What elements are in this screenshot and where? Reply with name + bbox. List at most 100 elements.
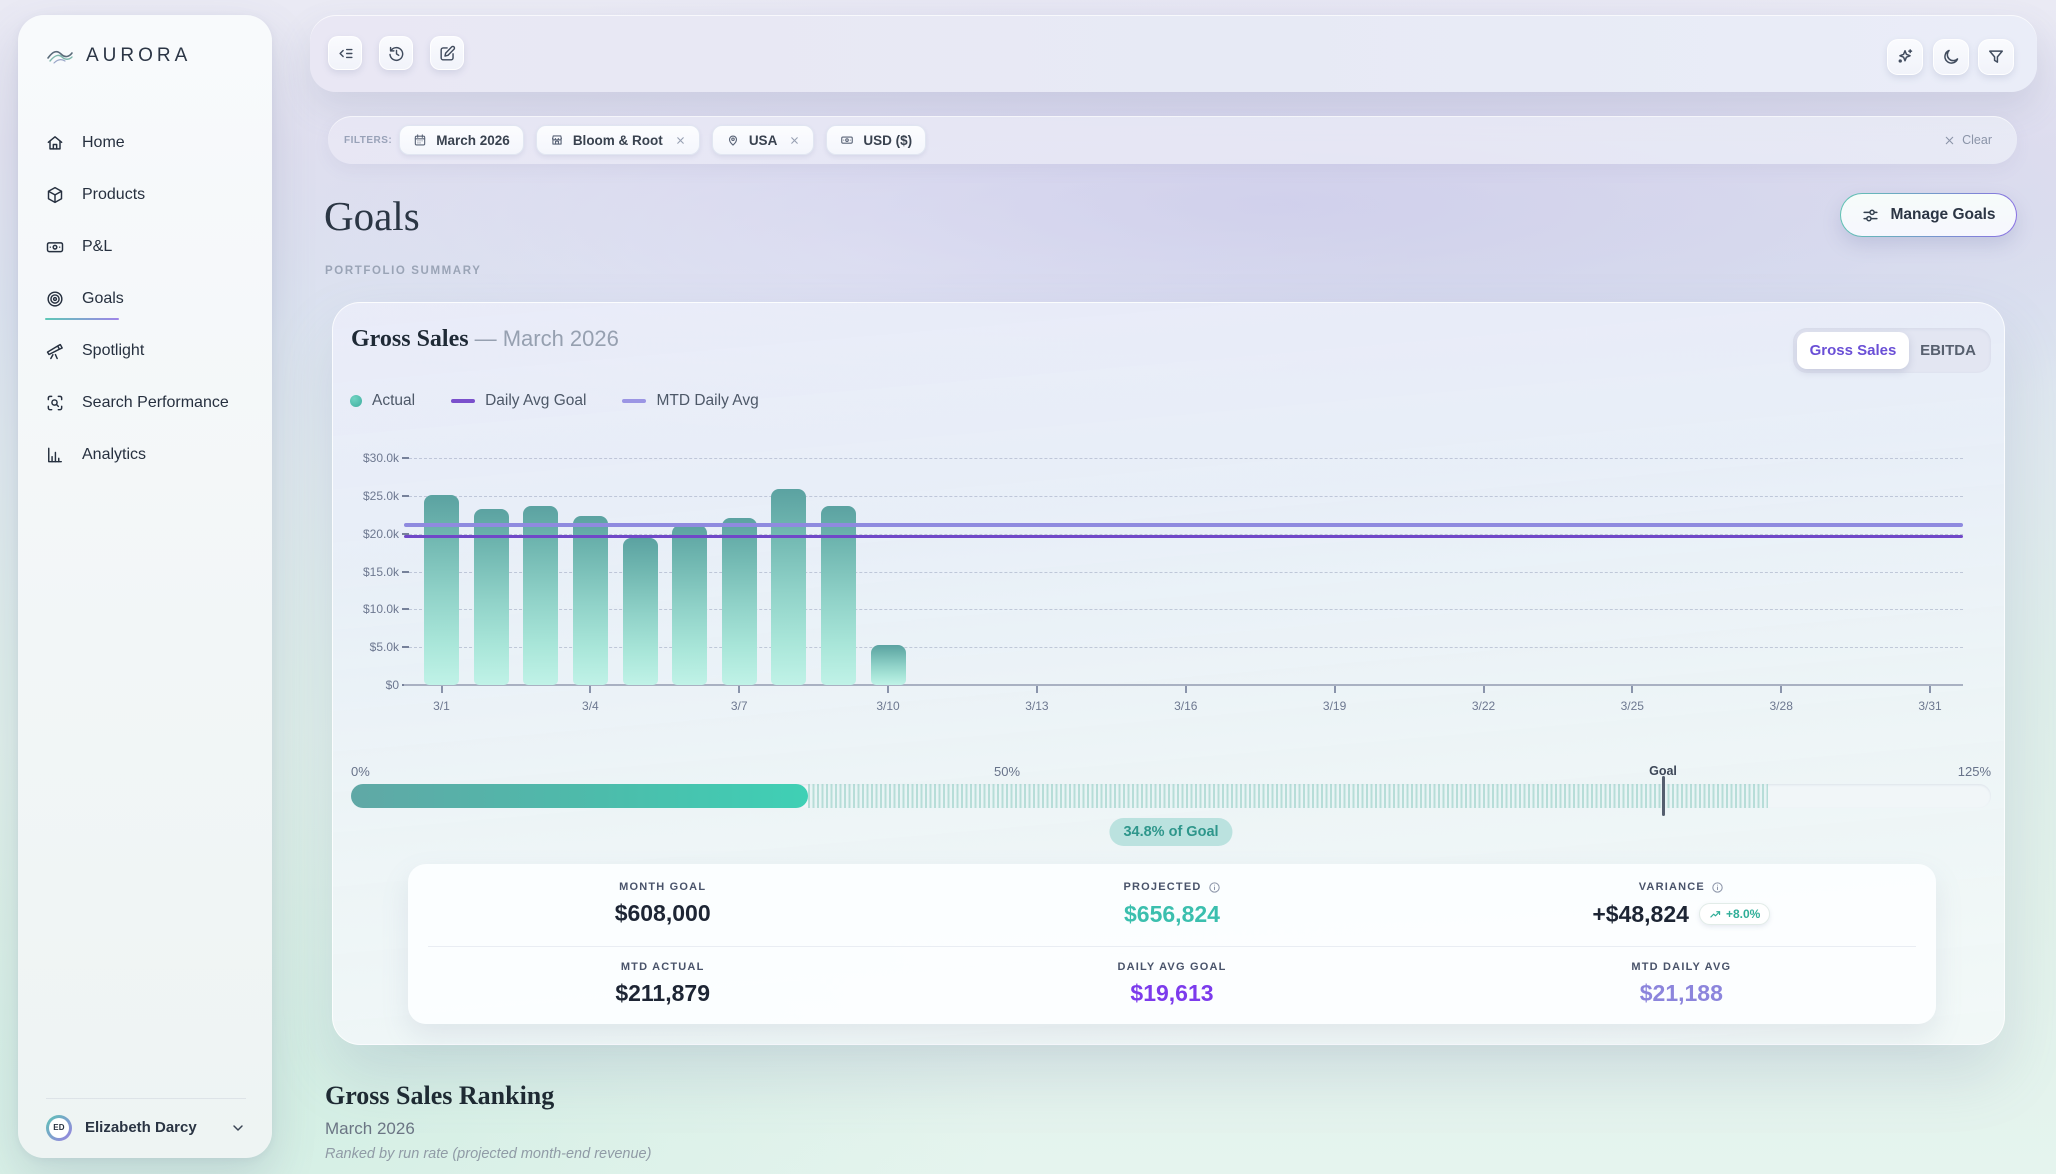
sidebar: AURORA HomeProductsP&LGoalsSpotlightSear… (18, 15, 272, 1158)
history-icon (387, 44, 406, 63)
aurora-logo-icon (46, 45, 74, 67)
x-axis-label: 3/4 (582, 699, 599, 713)
progress-scale-label: 0% (351, 764, 370, 779)
x-axis-label: 3/13 (1025, 699, 1048, 713)
moon-button[interactable] (1933, 39, 1969, 75)
funnel-icon (1986, 47, 2006, 67)
stats-panel: MONTH GOAL$608,000PROJECTED$656,824VARIA… (408, 864, 1936, 1024)
filter-chip-usd[interactable]: USD ($) (826, 125, 926, 155)
gridline (404, 458, 1963, 459)
remove-filter-icon[interactable] (789, 135, 800, 146)
progress-scale-label: 50% (994, 764, 1020, 779)
calendar-icon (413, 133, 427, 147)
sidebar-item-spotlight[interactable]: Spotlight (18, 325, 272, 377)
edit-button[interactable] (430, 36, 464, 70)
sliders-icon (1861, 206, 1880, 225)
page-title: Goals (324, 192, 420, 240)
user-name: Elizabeth Darcy (85, 1119, 217, 1136)
sidebar-nav: HomeProductsP&LGoalsSpotlightSearch Perf… (18, 117, 272, 481)
sidebar-item-products[interactable]: Products (18, 169, 272, 221)
sparkles-icon (1895, 47, 1915, 67)
sidebar-item-search-performance[interactable]: Search Performance (18, 377, 272, 429)
moon-icon (1941, 47, 1961, 67)
y-tick (402, 495, 409, 497)
bar-3-10[interactable] (871, 645, 906, 685)
collapse-panel-button[interactable] (328, 36, 362, 70)
x-axis-label: 3/25 (1621, 699, 1644, 713)
filter-chip-bloom-root[interactable]: Bloom & Root (536, 125, 700, 155)
funnel-button[interactable] (1978, 39, 2014, 75)
filter-chip-usa[interactable]: USA (712, 125, 815, 155)
clear-filters-button[interactable]: Clear (1944, 133, 1992, 147)
history-button[interactable] (379, 36, 413, 70)
x-tick (441, 686, 443, 693)
ranking-note: Ranked by run rate (projected month-end … (325, 1146, 651, 1162)
sidebar-item-home[interactable]: Home (18, 117, 272, 169)
bar-3-9[interactable] (821, 506, 856, 685)
toolbar (310, 15, 2037, 92)
y-axis-label: $15.0k (339, 565, 399, 579)
daily-avg-goal-line (404, 535, 1963, 539)
y-axis-label: $25.0k (339, 489, 399, 503)
stat-month-goal: MONTH GOAL$608,000 (408, 864, 917, 944)
x-axis-label: 3/19 (1323, 699, 1346, 713)
x-tick (1185, 686, 1187, 693)
avatar: ED (46, 1115, 72, 1141)
ranking-subtitle: March 2026 (325, 1119, 651, 1139)
sidebar-item-analytics[interactable]: Analytics (18, 429, 272, 481)
bar-3-4[interactable] (573, 516, 608, 685)
y-axis-label: $0 (339, 678, 399, 692)
stat-mtd-actual: MTD ACTUAL$211,879 (408, 944, 917, 1024)
bar-3-6[interactable] (672, 525, 707, 685)
sidebar-item-p-l[interactable]: P&L (18, 221, 272, 273)
x-tick (1334, 686, 1336, 693)
stats-divider (428, 946, 1916, 947)
stat-projected: PROJECTED$656,824 (917, 864, 1426, 944)
x-axis-label: 3/22 (1472, 699, 1495, 713)
x-axis-label: 3/31 (1918, 699, 1941, 713)
y-tick (402, 571, 409, 573)
home-icon (45, 133, 65, 153)
x-tick (1631, 686, 1633, 693)
info-icon (1208, 881, 1221, 894)
collapse-panel-icon (336, 44, 355, 63)
mtd-daily-avg-line (404, 523, 1963, 527)
user-menu[interactable]: ED Elizabeth Darcy (46, 1098, 246, 1144)
x-tick (1780, 686, 1782, 693)
manage-goals-button[interactable]: Manage Goals (1840, 193, 2017, 237)
gridline (404, 496, 1963, 497)
filter-chip-march-2026[interactable]: March 2026 (399, 125, 524, 155)
stat-mtd-daily-avg: MTD DAILY AVG$21,188 (1427, 944, 1936, 1024)
y-tick (402, 457, 409, 459)
remove-filter-icon[interactable] (675, 135, 686, 146)
progress-track (351, 784, 1991, 808)
edit-icon (438, 44, 457, 63)
stat-daily-avg-goal: DAILY AVG GOAL$19,613 (917, 944, 1426, 1024)
app-root: AURORA HomeProductsP&LGoalsSpotlightSear… (0, 0, 2056, 1174)
y-axis-label: $10.0k (339, 602, 399, 616)
stat-variance: VARIANCE+$48,824+8.0% (1427, 864, 1936, 944)
y-axis-label: $30.0k (339, 451, 399, 465)
info-icon (1711, 881, 1724, 894)
bar-3-7[interactable] (722, 518, 757, 685)
bar-3-5[interactable] (623, 538, 658, 685)
active-indicator (45, 318, 119, 321)
y-axis-label: $20.0k (339, 527, 399, 541)
x-axis-label: 3/10 (876, 699, 899, 713)
pin-icon (726, 133, 740, 147)
ranking-header: Gross Sales Ranking March 2026 Ranked by… (325, 1081, 651, 1162)
gross-sales-card: Gross Sales— March 2026 Gross SalesEBITD… (332, 302, 2005, 1045)
telescope-icon (45, 341, 65, 361)
progress-scale-label: 125% (1958, 764, 1991, 779)
bar-3-3[interactable] (523, 506, 558, 685)
x-tick (887, 686, 889, 693)
x-axis-label: 3/7 (731, 699, 748, 713)
sparkles-button[interactable] (1887, 39, 1923, 75)
x-tick (589, 686, 591, 693)
store-icon (550, 133, 564, 147)
trending-up-icon (1709, 908, 1722, 921)
sidebar-item-goals[interactable]: Goals (18, 273, 272, 325)
bar-3-8[interactable] (771, 489, 806, 685)
banknote-icon (45, 237, 65, 257)
close-icon (1944, 135, 1955, 146)
